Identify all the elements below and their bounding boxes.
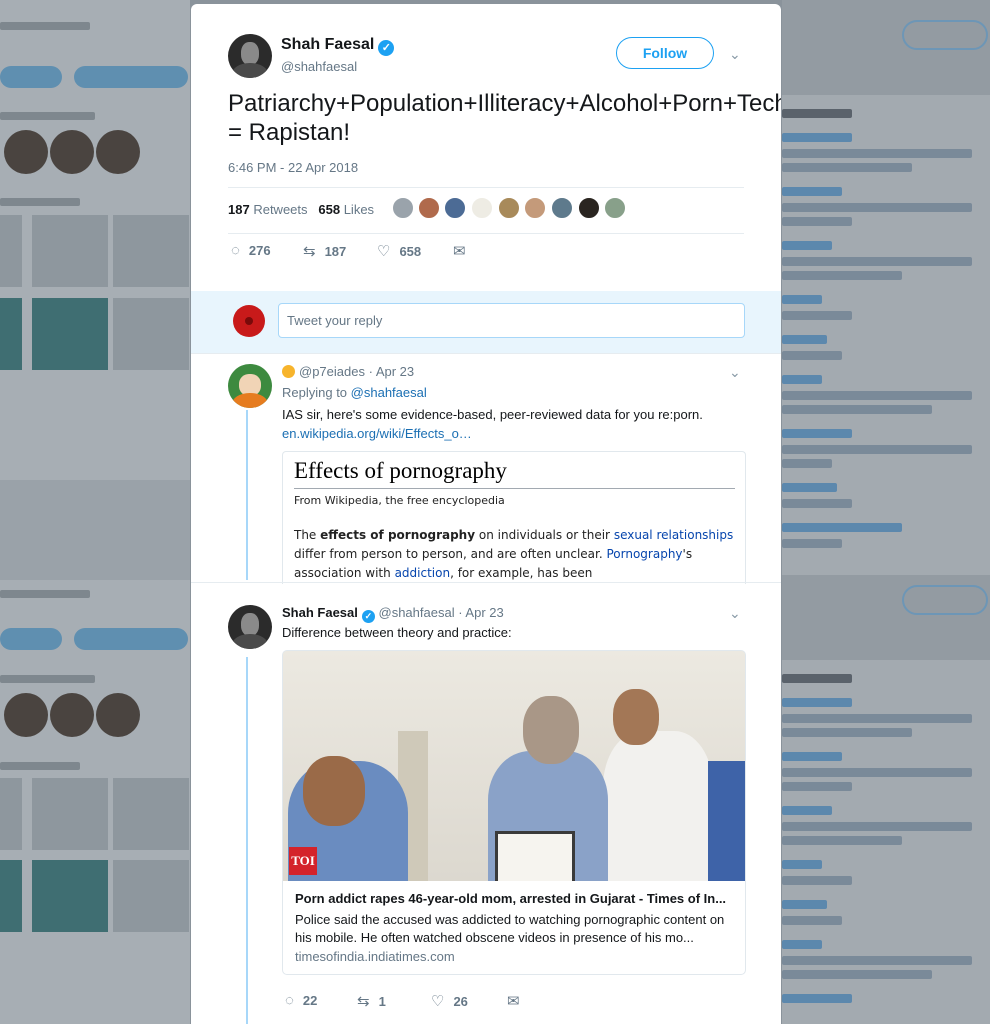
like-button[interactable]: ♡ 658	[377, 242, 421, 260]
retweet-button[interactable]: ⇆ 187	[303, 242, 346, 260]
liker-avatar[interactable]	[392, 197, 414, 219]
liker-avatar[interactable]	[444, 197, 466, 219]
liker-avatar[interactable]	[578, 197, 600, 219]
like-button[interactable]: ♡ 26	[431, 992, 468, 1010]
chevron-down-icon[interactable]: ⌄	[729, 605, 741, 622]
reply-text: IAS sir, here's some evidence-based, pee…	[282, 407, 703, 422]
wiki-excerpt: The effects of pornography on individual…	[294, 528, 734, 580]
likes-stat[interactable]: 658 Likes	[318, 202, 374, 217]
background-right-column	[782, 0, 990, 1024]
thread-line	[246, 410, 248, 580]
thread-line	[246, 657, 248, 1024]
tweet-timestamp[interactable]: 6:46 PM - 22 Apr 2018	[228, 160, 358, 175]
verified-badge-icon: ✓	[361, 610, 375, 623]
reply-input[interactable]: Tweet your reply	[278, 303, 745, 338]
card-description: Police said the accused was addicted to …	[295, 912, 725, 945]
tweet-stats: 187 Retweets 658 Likes	[228, 202, 374, 217]
divider	[228, 187, 744, 188]
retweets-stat[interactable]: 187 Retweets	[228, 202, 308, 217]
author-handle[interactable]: @shahfaesal	[281, 59, 357, 74]
message-button[interactable]: ✉	[453, 242, 475, 260]
tweet-modal: Shah Faesal ✓ @shahfaesal Follow ⌄ Patria…	[191, 4, 781, 1024]
background-profile-card	[0, 0, 190, 480]
news-photo	[283, 651, 745, 881]
sun-emoji-icon	[282, 365, 295, 378]
background-trends-card	[782, 660, 990, 1024]
wiki-title: Effects of pornography	[294, 458, 507, 483]
envelope-icon: ✉	[453, 243, 466, 260]
reply-header: @p7eiades · Apr 23	[282, 364, 414, 379]
heart-icon: ♡	[377, 243, 391, 260]
chevron-down-icon[interactable]: ⌄	[729, 364, 741, 381]
follow-button[interactable]: Follow	[616, 37, 714, 69]
tweet-text: Patriarchy+Population+Illiteracy+Alcohol…	[228, 90, 781, 146]
background-left-column	[0, 0, 190, 1024]
message-button[interactable]: ✉	[507, 992, 529, 1010]
reply-text: Difference between theory and practice:	[282, 625, 512, 640]
toi-logo: TOI	[289, 847, 317, 875]
card-headline: Porn addict rapes 46-year-old mom, arres…	[295, 891, 727, 906]
reply-author-avatar[interactable]	[228, 364, 272, 408]
envelope-icon: ✉	[507, 993, 520, 1010]
divider	[191, 582, 781, 583]
wikipedia-card[interactable]: Effects of pornography From Wikipedia, t…	[282, 451, 746, 584]
background-profile-card	[0, 580, 190, 1024]
liker-avatar[interactable]	[524, 197, 546, 219]
replying-to: Replying to @shahfaesal	[282, 385, 427, 400]
retweet-icon: ⇆	[303, 243, 316, 260]
background-trends-card	[782, 95, 990, 575]
reply-button[interactable]: ◌ 22	[285, 992, 317, 1009]
verified-badge-icon: ✓	[378, 40, 395, 56]
liker-avatar[interactable]	[471, 197, 493, 219]
reply-link[interactable]: en.wikipedia.org/wiki/Effects_o…	[282, 426, 472, 441]
current-user-avatar	[233, 305, 265, 337]
reply-author-avatar[interactable]	[228, 605, 272, 649]
reply-icon: ◌	[285, 992, 294, 1009]
main-tweet: Shah Faesal ✓ @shahfaesal Follow ⌄ Patria…	[191, 4, 781, 291]
retweet-button[interactable]: ⇆ 1	[357, 992, 386, 1010]
reply-icon: ◌	[231, 242, 240, 259]
heart-icon: ♡	[431, 993, 445, 1010]
divider	[191, 353, 781, 354]
card-domain: timesofindia.indiatimes.com	[295, 949, 455, 964]
author-name[interactable]: Shah Faesal ✓	[281, 36, 395, 56]
liker-avatar[interactable]	[551, 197, 573, 219]
liker-avatar[interactable]	[604, 197, 626, 219]
reply-header: Shah Faesal ✓ @shahfaesal · Apr 23	[282, 605, 504, 623]
divider	[228, 233, 744, 234]
divider	[294, 488, 735, 489]
chevron-down-icon[interactable]: ⌄	[729, 46, 741, 63]
liker-avatar[interactable]	[418, 197, 440, 219]
author-avatar[interactable]	[228, 34, 272, 78]
wiki-subtitle: From Wikipedia, the free encyclopedia	[294, 494, 505, 507]
liker-avatar[interactable]	[498, 197, 520, 219]
news-link-card[interactable]: TOI Porn addict rapes 46-year-old mom, a…	[282, 650, 746, 975]
reply-button[interactable]: ◌ 276	[231, 242, 271, 259]
retweet-icon: ⇆	[357, 993, 370, 1010]
